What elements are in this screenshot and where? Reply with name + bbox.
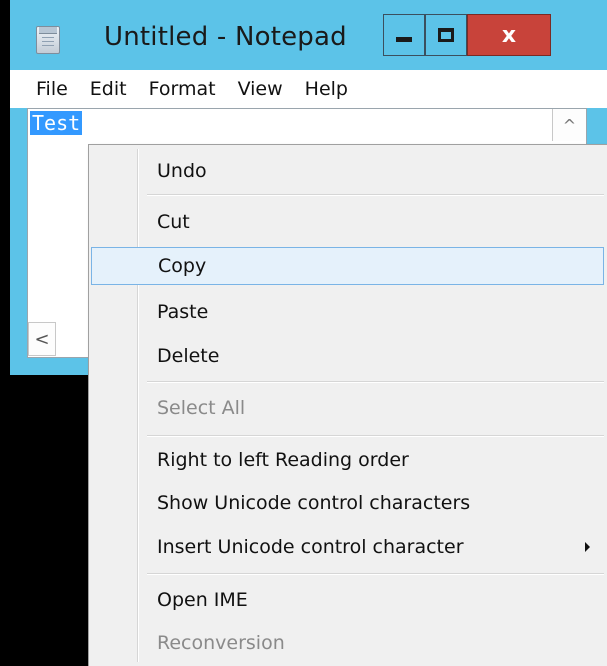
desktop: Untitled - Notepad x File Edit Format Vi…	[0, 0, 607, 666]
selected-text[interactable]: Test	[30, 111, 83, 135]
minimize-button[interactable]	[383, 14, 425, 56]
menu-item-reconversion: Reconversion	[157, 632, 285, 654]
menu-item-label: Insert Unicode control character	[157, 536, 464, 558]
minimize-icon	[396, 36, 412, 42]
close-icon: x	[501, 22, 517, 48]
menu-item-cut[interactable]: Cut	[91, 203, 604, 241]
maximize-button[interactable]	[425, 14, 467, 56]
menu-item-open-ime[interactable]: Open IME	[91, 581, 604, 619]
chevron-up-icon: ^	[562, 115, 577, 135]
chevron-left-icon: <	[34, 328, 50, 350]
caption-buttons: x	[383, 14, 551, 56]
menu-item-rtl-reading-order[interactable]: Right to left Reading order	[91, 441, 604, 479]
menu-item-paste[interactable]: Paste	[91, 293, 604, 331]
scroll-up-button[interactable]: ^	[552, 109, 586, 141]
menu-format[interactable]: Format	[149, 78, 216, 100]
menu-item-insert-unicode-control-char[interactable]: Insert Unicode control character	[91, 528, 604, 566]
menu-bar: File Edit Format View Help	[10, 70, 607, 108]
menu-item-select-all: Select All	[157, 397, 246, 419]
menu-item-copy[interactable]: Copy	[91, 247, 604, 285]
maximize-icon	[438, 28, 454, 42]
menu-separator	[147, 381, 604, 383]
notepad-icon[interactable]	[36, 26, 60, 54]
close-button[interactable]: x	[467, 14, 551, 56]
title-bar[interactable]: Untitled - Notepad x	[10, 0, 607, 70]
menu-view[interactable]: View	[238, 78, 283, 100]
menu-file[interactable]: File	[36, 78, 68, 100]
window-title: Untitled - Notepad	[104, 22, 347, 52]
context-menu: Undo Cut Copy Paste Delete Select All Ri…	[88, 144, 607, 666]
menu-separator	[147, 194, 604, 196]
menu-item-delete[interactable]: Delete	[91, 337, 604, 375]
menu-edit[interactable]: Edit	[90, 78, 127, 100]
menu-help[interactable]: Help	[305, 78, 348, 100]
menu-separator	[147, 435, 604, 437]
menu-separator	[147, 573, 604, 575]
scroll-left-button[interactable]: <	[28, 322, 56, 356]
submenu-arrow-icon	[585, 542, 590, 552]
menu-item-show-unicode-control-chars[interactable]: Show Unicode control characters	[91, 484, 604, 522]
menu-item-undo[interactable]: Undo	[91, 152, 604, 190]
